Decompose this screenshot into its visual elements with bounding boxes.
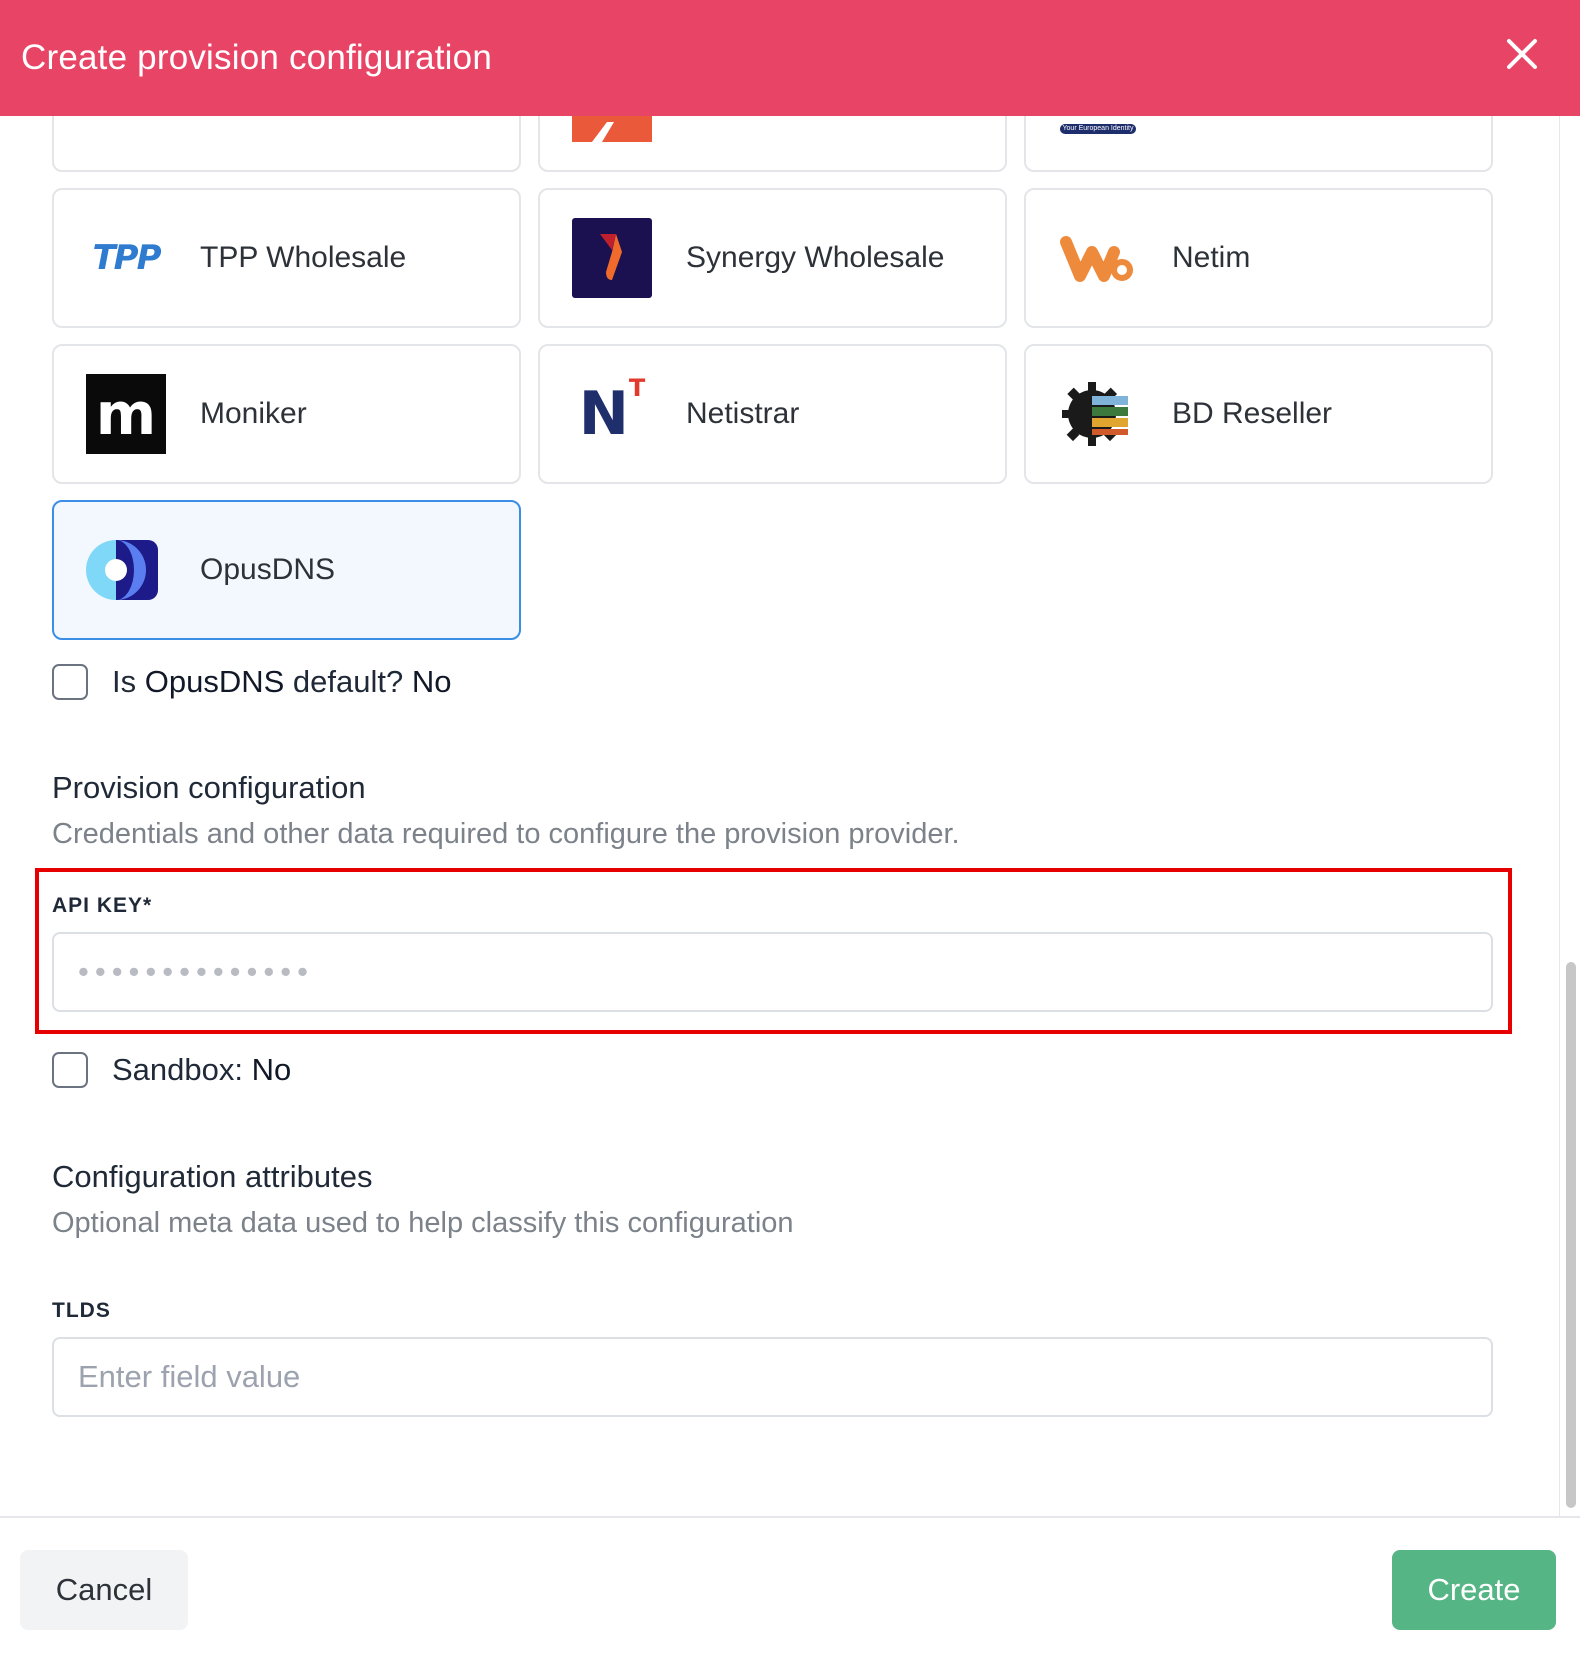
tlds-label: TLDS	[52, 1299, 111, 1322]
cancel-button[interactable]: Cancel	[20, 1550, 188, 1630]
provider-card-label: Synergy Wholesale	[686, 241, 945, 274]
provider-card-netistrar[interactable]: N T Netistrar	[538, 344, 1007, 484]
dialog-body: Your European Identity TPP TPP Wholesale…	[0, 116, 1560, 1516]
opusdns-logo	[86, 530, 166, 610]
default-provider-name: OpusDNS	[144, 664, 285, 699]
bd-reseller-logo	[1058, 374, 1138, 454]
create-button[interactable]: Create	[1392, 1550, 1556, 1630]
provider-card-label: Netim	[1172, 241, 1251, 274]
sandbox-toggle[interactable]: Sandbox: No	[52, 1052, 291, 1088]
default-suffix: default?	[292, 664, 404, 699]
sandbox-checkbox[interactable]	[52, 1052, 88, 1088]
dialog-header: Create provision configuration	[0, 0, 1580, 116]
netim-logo	[1058, 218, 1138, 298]
provider-card-bd-reseller[interactable]: BD Reseller	[1024, 344, 1493, 484]
scrollbar[interactable]	[1559, 116, 1580, 1516]
default-prefix: Is	[112, 664, 137, 699]
provider-card[interactable]: Your European Identity	[1024, 116, 1493, 172]
tlds-input[interactable]: Enter field value	[52, 1337, 1493, 1417]
provider-card[interactable]	[538, 116, 1007, 172]
sandbox-value: No	[251, 1052, 292, 1087]
netistrar-logo-text: N	[578, 379, 629, 449]
scrollbar-thumb[interactable]	[1566, 962, 1576, 1508]
provider-card-moniker[interactable]: m Moniker	[52, 344, 521, 484]
moniker-logo-text: m	[95, 380, 157, 448]
api-key-input[interactable]: ••••••••••••••	[52, 932, 1493, 1012]
default-checkbox[interactable]	[52, 664, 88, 700]
sandbox-label: Sandbox:	[112, 1052, 243, 1087]
default-toggle[interactable]: Is OpusDNS default? No	[52, 664, 452, 700]
default-value: No	[411, 664, 452, 699]
your-european-identity-logo: Your European Identity	[1058, 116, 1138, 142]
tpp-wholesale-logo: TPP	[86, 218, 166, 298]
synergy-wholesale-logo	[572, 218, 652, 298]
dialog-footer: Cancel Create	[0, 1516, 1580, 1654]
partial-provider-logo-red	[572, 116, 652, 142]
provision-section-title: Provision configuration	[52, 770, 366, 805]
attributes-section-subtitle: Optional meta data used to help classify…	[52, 1207, 794, 1239]
provider-card-label: Netistrar	[686, 397, 800, 430]
netistrar-logo-sup: T	[628, 374, 646, 402]
provider-card-label: Moniker	[200, 397, 307, 430]
provision-section-subtitle: Credentials and other data required to c…	[52, 818, 960, 850]
provider-card-opusdns[interactable]: OpusDNS	[52, 500, 521, 640]
provider-card-label: BD Reseller	[1172, 397, 1333, 430]
provider-card-netim[interactable]: Netim	[1024, 188, 1493, 328]
close-icon[interactable]	[1504, 36, 1540, 72]
netistrar-logo: N T	[572, 374, 652, 454]
sandbox-toggle-label: Sandbox: No	[112, 1052, 291, 1088]
provider-card-label: TPP Wholesale	[200, 241, 407, 274]
api-key-label: API KEY*	[52, 894, 153, 917]
tpp-logo-text: TPP	[92, 238, 161, 278]
provider-card-tpp-wholesale[interactable]: TPP TPP Wholesale	[52, 188, 521, 328]
attributes-section-title: Configuration attributes	[52, 1159, 373, 1194]
provider-card-label: OpusDNS	[200, 553, 336, 586]
provider-card[interactable]	[52, 116, 521, 172]
provider-card-synergy-wholesale[interactable]: Synergy Wholesale	[538, 188, 1007, 328]
default-toggle-label: Is OpusDNS default? No	[112, 664, 452, 700]
logo-text: Your European Identity	[1062, 125, 1134, 132]
dialog-title: Create provision configuration	[21, 38, 492, 77]
moniker-logo: m	[86, 374, 166, 454]
